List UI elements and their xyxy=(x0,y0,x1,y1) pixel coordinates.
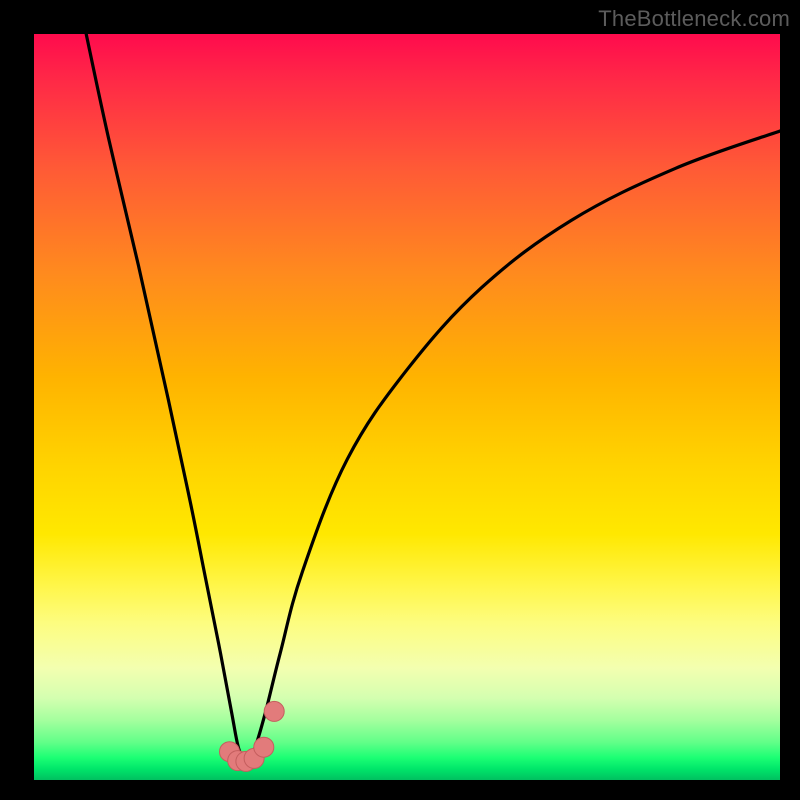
highlight-dot xyxy=(254,737,274,757)
highlight-dots-group xyxy=(220,701,285,771)
highlight-dot xyxy=(264,701,284,721)
watermark-text: TheBottleneck.com xyxy=(598,6,790,32)
plot-area xyxy=(34,34,780,780)
curve-svg xyxy=(34,34,780,780)
chart-container: TheBottleneck.com xyxy=(0,0,800,800)
bottleneck-curve xyxy=(86,34,780,758)
